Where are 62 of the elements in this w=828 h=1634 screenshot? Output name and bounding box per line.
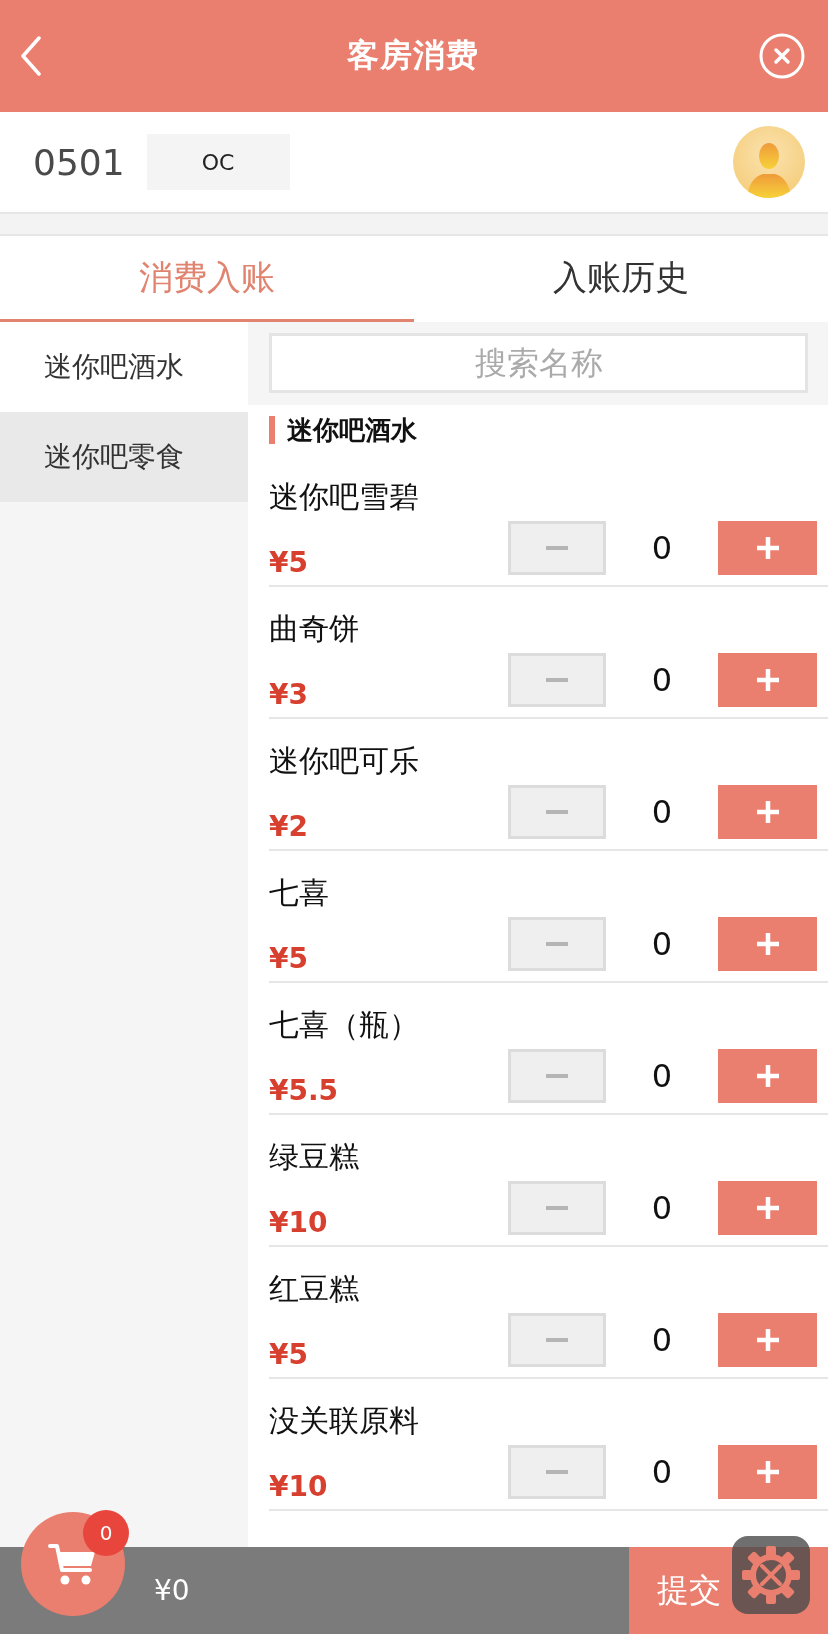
product-price: ¥5 <box>269 1337 308 1373</box>
increment-button[interactable] <box>718 785 817 839</box>
gear-icon <box>742 1546 800 1604</box>
product-name: 红豆糕 <box>269 1270 359 1308</box>
increment-button[interactable] <box>718 1313 817 1367</box>
plus-icon <box>756 669 779 691</box>
quantity-value: 0 <box>650 529 674 567</box>
quantity-value: 0 <box>650 925 674 963</box>
product-name: 绿豆糕 <box>269 1138 359 1176</box>
product-name: 七喜（瓶） <box>269 1006 419 1044</box>
plus-icon <box>756 537 779 559</box>
category-item[interactable]: 迷你吧酒水 <box>0 322 248 412</box>
product-price: ¥5 <box>269 545 308 581</box>
quantity-value: 0 <box>650 1453 674 1491</box>
avatar-icon <box>733 126 805 198</box>
increment-button[interactable] <box>718 1445 817 1499</box>
quantity-value: 0 <box>650 661 674 699</box>
quantity-value: 0 <box>650 1189 674 1227</box>
increment-button[interactable] <box>718 521 817 575</box>
plus-icon <box>756 801 779 823</box>
plus-icon <box>756 1197 779 1219</box>
plus-icon <box>756 1065 779 1087</box>
category-item[interactable]: 迷你吧零食 <box>0 412 248 502</box>
section-title: 迷你吧酒水 <box>287 413 417 447</box>
page-title: 客房消费 <box>346 35 479 76</box>
product-name: 迷你吧雪碧 <box>269 478 419 516</box>
product-name: 七喜 <box>269 874 329 912</box>
quantity-value: 0 <box>650 1057 674 1095</box>
quantity-value: 0 <box>650 793 674 831</box>
floating-tool-button[interactable] <box>732 1536 810 1614</box>
increment-button[interactable] <box>718 1049 817 1103</box>
minus-icon <box>546 1074 568 1078</box>
back-icon[interactable] <box>20 36 42 76</box>
plus-icon <box>756 933 779 955</box>
quantity-value: 0 <box>650 1321 674 1359</box>
minus-icon <box>546 1338 568 1342</box>
product-price: ¥5.5 <box>269 1073 339 1109</box>
product-price: ¥3 <box>269 677 308 713</box>
product-price: ¥10 <box>269 1469 328 1505</box>
plus-icon <box>756 1329 779 1351</box>
product-price: ¥2 <box>269 809 308 845</box>
room-status-tag: OC <box>146 134 290 190</box>
section-marker-icon <box>269 416 275 444</box>
close-icon[interactable] <box>759 33 805 79</box>
increment-button[interactable] <box>718 917 817 971</box>
minus-icon <box>546 678 568 682</box>
minus-icon <box>546 810 568 814</box>
plus-icon <box>756 1461 779 1483</box>
minus-icon <box>546 546 568 550</box>
increment-button[interactable] <box>718 653 817 707</box>
cart-total: ¥0 <box>154 1574 190 1607</box>
increment-button[interactable] <box>718 1181 817 1235</box>
minus-icon <box>546 942 568 946</box>
minus-icon <box>546 1206 568 1210</box>
minus-icon <box>546 1470 568 1474</box>
product-name: 迷你吧可乐 <box>269 742 419 780</box>
room-number: 0501 <box>33 141 125 183</box>
search-field[interactable]: 搜索名称 <box>269 333 808 393</box>
product-price: ¥10 <box>269 1205 328 1241</box>
product-name: 曲奇饼 <box>269 610 359 648</box>
product-price: ¥5 <box>269 941 308 977</box>
product-name: 没关联原料 <box>269 1402 419 1440</box>
